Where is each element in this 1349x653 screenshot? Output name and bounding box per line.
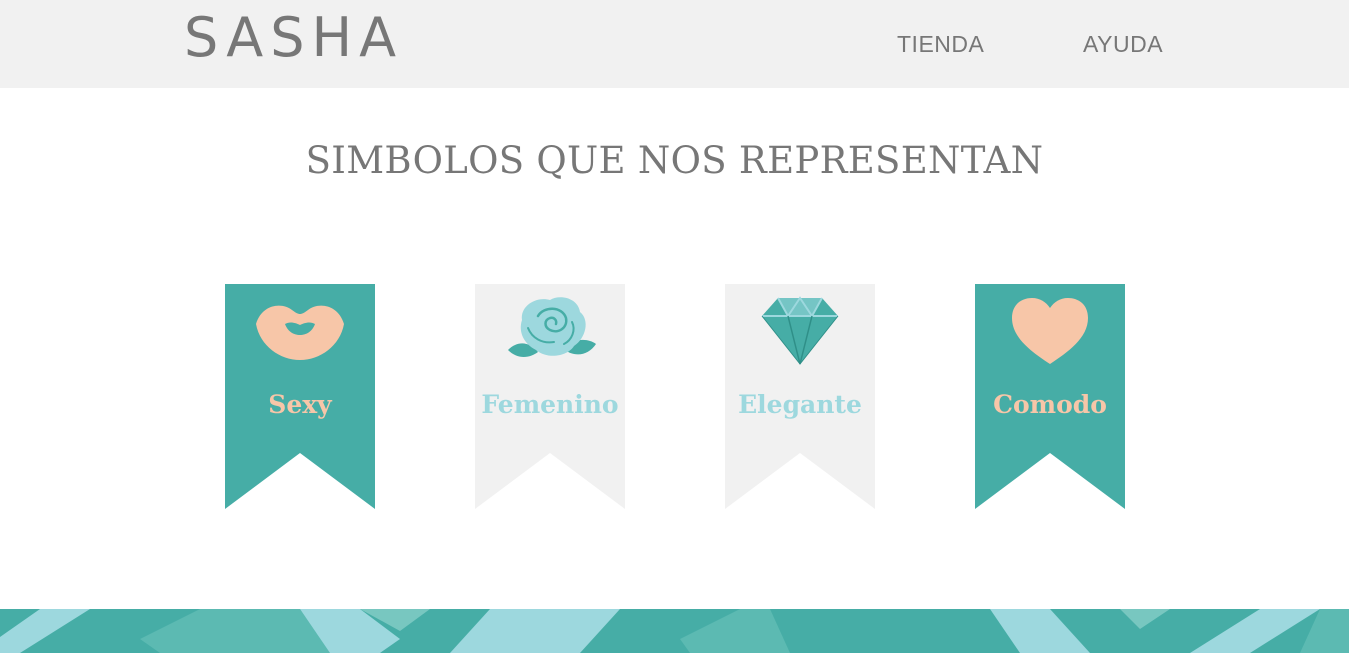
section-title: SIMBOLOS QUE NOS REPRESENTAN	[305, 139, 1044, 182]
symbol-banner-femenino: Femenino	[475, 284, 625, 509]
nav-link-tienda[interactable]: TIENDA	[897, 30, 984, 58]
geometric-pattern	[0, 609, 1349, 653]
symbol-label: Elegante	[738, 390, 862, 419]
header-bar: SASHA TIENDA AYUDA	[0, 0, 1349, 88]
logo[interactable]: SASHA	[184, 6, 403, 70]
symbol-label: Femenino	[481, 390, 619, 419]
rose-icon	[508, 297, 596, 357]
heart-icon	[1012, 298, 1088, 364]
symbol-banner-elegante: Elegante	[725, 284, 875, 509]
symbol-banner-sexy: Sexy	[225, 284, 375, 509]
nav-link-ayuda[interactable]: AYUDA	[1083, 30, 1163, 58]
lips-icon	[256, 305, 344, 360]
symbol-label: Comodo	[993, 390, 1107, 419]
footer-pattern	[0, 609, 1349, 653]
symbol-banner-comodo: Comodo	[975, 284, 1125, 509]
diamond-icon	[761, 296, 839, 365]
symbol-label: Sexy	[268, 390, 332, 419]
